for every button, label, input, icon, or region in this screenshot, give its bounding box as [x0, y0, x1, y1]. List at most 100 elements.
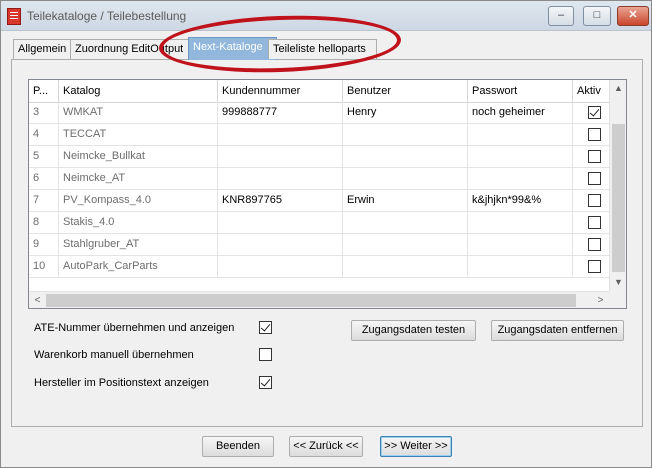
- cell-aktiv: [573, 168, 609, 190]
- table-row[interactable]: 5 Neimcke_Bullkat: [29, 146, 609, 168]
- cell-aktiv: [573, 256, 609, 278]
- vertical-scroll-thumb[interactable]: [612, 124, 625, 272]
- tab-allgemein[interactable]: Allgemein: [13, 39, 71, 59]
- cell-aktiv: [573, 190, 609, 212]
- cell-benutzer[interactable]: Henry: [343, 102, 468, 124]
- cell-benutzer[interactable]: [343, 168, 468, 190]
- next-button[interactable]: >> Weiter >>: [380, 436, 452, 457]
- cell-katalog: PV_Kompass_4.0: [59, 190, 218, 212]
- column-header-katalog[interactable]: Katalog: [59, 80, 218, 102]
- remove-access-button[interactable]: Zugangsdaten entfernen: [491, 320, 624, 341]
- maximize-button[interactable]: □: [583, 6, 611, 26]
- cell-position: 3: [29, 102, 59, 124]
- cell-aktiv: [573, 212, 609, 234]
- cell-katalog: Neimcke_AT: [59, 168, 218, 190]
- column-header-position[interactable]: P...: [29, 80, 59, 102]
- table-row[interactable]: 8 Stakis_4.0: [29, 212, 609, 234]
- scroll-up-arrow-icon[interactable]: ▲: [610, 80, 626, 97]
- checkbox-hersteller[interactable]: [259, 376, 272, 389]
- cell-position: 9: [29, 234, 59, 256]
- aktiv-checkbox[interactable]: [588, 106, 601, 119]
- cell-passwort[interactable]: [468, 124, 573, 146]
- horizontal-scroll-thumb[interactable]: [46, 294, 576, 307]
- aktiv-checkbox[interactable]: [588, 216, 601, 229]
- cell-position: 4: [29, 124, 59, 146]
- checkbox-ate-nummer[interactable]: [259, 321, 272, 334]
- cell-katalog: AutoPark_CarParts: [59, 256, 218, 278]
- cell-passwort[interactable]: noch geheimer: [468, 102, 573, 124]
- catalog-grid[interactable]: P... Katalog Kundennummer Benutzer Passw…: [28, 79, 627, 309]
- cell-kundennummer[interactable]: [218, 256, 343, 278]
- option-label-warenkorb: Warenkorb manuell übernehmen: [34, 349, 194, 361]
- column-header-passwort[interactable]: Passwort: [468, 80, 573, 102]
- finish-button[interactable]: Beenden: [202, 436, 274, 457]
- aktiv-checkbox[interactable]: [588, 172, 601, 185]
- minimize-button[interactable]: –: [548, 6, 574, 26]
- table-row[interactable]: 6 Neimcke_AT: [29, 168, 609, 190]
- cell-katalog: Stakis_4.0: [59, 212, 218, 234]
- cell-passwort[interactable]: [468, 234, 573, 256]
- cell-kundennummer[interactable]: [218, 146, 343, 168]
- cell-benutzer[interactable]: [343, 234, 468, 256]
- cell-kundennummer[interactable]: [218, 124, 343, 146]
- aktiv-checkbox[interactable]: [588, 150, 601, 163]
- cell-katalog: Stahlgruber_AT: [59, 234, 218, 256]
- checkbox-warenkorb[interactable]: [259, 348, 272, 361]
- scroll-right-arrow-icon[interactable]: >: [592, 292, 609, 308]
- cell-aktiv: [573, 102, 609, 124]
- scroll-down-arrow-icon[interactable]: ▼: [610, 274, 626, 291]
- cell-passwort[interactable]: [468, 168, 573, 190]
- tab-next-kataloge[interactable]: Next-Kataloge: [188, 37, 277, 60]
- cell-passwort[interactable]: [468, 146, 573, 168]
- table-row[interactable]: 10 AutoPark_CarParts: [29, 256, 609, 278]
- cell-aktiv: [573, 124, 609, 146]
- cell-position: 5: [29, 146, 59, 168]
- scroll-left-arrow-icon[interactable]: <: [29, 292, 46, 308]
- table-row[interactable]: 7 PV_Kompass_4.0 KNR897765 Erwin k&jhjkn…: [29, 190, 609, 212]
- option-label-ate-nummer: ATE-Nummer übernehmen und anzeigen: [34, 322, 235, 334]
- table-row[interactable]: 3 WMKAT 999888777 Henry noch geheimer: [29, 102, 609, 124]
- cell-passwort[interactable]: [468, 212, 573, 234]
- cell-benutzer[interactable]: Erwin: [343, 190, 468, 212]
- tab-zuordnung-editoutput[interactable]: Zuordnung EditOutput: [70, 39, 192, 59]
- cell-passwort[interactable]: [468, 256, 573, 278]
- close-button[interactable]: ✕: [617, 6, 649, 26]
- aktiv-checkbox[interactable]: [588, 194, 601, 207]
- cell-benutzer[interactable]: [343, 256, 468, 278]
- cell-katalog: TECCAT: [59, 124, 218, 146]
- tab-teileliste-helloparts[interactable]: Teileliste helloparts: [268, 39, 377, 59]
- title-bar[interactable]: Teilekataloge / Teilebestellung – □ ✕: [1, 1, 651, 31]
- back-button[interactable]: << Zurück <<: [289, 436, 363, 457]
- vertical-scrollbar[interactable]: ▲ ▼: [609, 80, 626, 291]
- aktiv-checkbox[interactable]: [588, 260, 601, 273]
- column-header-aktiv[interactable]: Aktiv: [573, 80, 609, 102]
- scrollbar-corner: [609, 291, 626, 308]
- cell-benutzer[interactable]: [343, 212, 468, 234]
- window-title: Teilekataloge / Teilebestellung: [27, 9, 187, 23]
- option-label-hersteller: Hersteller im Positionstext anzeigen: [34, 377, 209, 389]
- column-header-benutzer[interactable]: Benutzer: [343, 80, 468, 102]
- horizontal-scrollbar[interactable]: < >: [29, 291, 609, 308]
- aktiv-checkbox[interactable]: [588, 128, 601, 141]
- cell-benutzer[interactable]: [343, 146, 468, 168]
- cell-position: 8: [29, 212, 59, 234]
- cell-katalog: Neimcke_Bullkat: [59, 146, 218, 168]
- cell-aktiv: [573, 146, 609, 168]
- cell-kundennummer[interactable]: [218, 234, 343, 256]
- app-icon: [7, 8, 21, 25]
- cell-kundennummer[interactable]: [218, 168, 343, 190]
- cell-aktiv: [573, 234, 609, 256]
- cell-katalog: WMKAT: [59, 102, 218, 124]
- column-header-kundennummer[interactable]: Kundennummer: [218, 80, 343, 102]
- test-access-button[interactable]: Zugangsdaten testen: [351, 320, 476, 341]
- cell-kundennummer[interactable]: KNR897765: [218, 190, 343, 212]
- cell-kundennummer[interactable]: [218, 212, 343, 234]
- aktiv-checkbox[interactable]: [588, 238, 601, 251]
- grid-header: P... Katalog Kundennummer Benutzer Passw…: [29, 80, 609, 103]
- cell-position: 6: [29, 168, 59, 190]
- cell-kundennummer[interactable]: 999888777: [218, 102, 343, 124]
- table-row[interactable]: 9 Stahlgruber_AT: [29, 234, 609, 256]
- cell-passwort[interactable]: k&jhjkn*99&%: [468, 190, 573, 212]
- cell-benutzer[interactable]: [343, 124, 468, 146]
- table-row[interactable]: 4 TECCAT: [29, 124, 609, 146]
